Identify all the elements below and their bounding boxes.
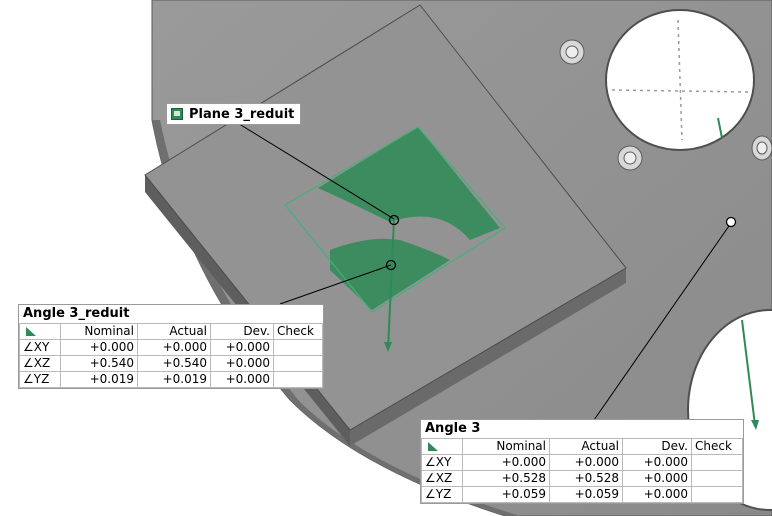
check-value xyxy=(273,355,323,372)
col-nominal: Nominal xyxy=(462,438,550,455)
nominal-value: +0.540 xyxy=(60,355,138,372)
table-row: ∠YZ +0.019 +0.019 +0.000 xyxy=(19,371,323,388)
dev-value: +0.000 xyxy=(210,371,274,388)
table-row: ∠XZ +0.528 +0.528 +0.000 xyxy=(421,470,743,487)
angle-table-3[interactable]: Angle 3 Nominal Actual Dev. Check ∠XY +0… xyxy=(420,419,744,504)
col-actual: Actual xyxy=(137,323,211,340)
check-value xyxy=(691,486,743,503)
angle-table-3-reduit[interactable]: Angle 3_reduit Nominal Actual Dev. Check… xyxy=(18,304,324,389)
angle-icon xyxy=(26,327,36,336)
angle-table-title: Angle 3 xyxy=(421,420,743,438)
dev-value: +0.000 xyxy=(622,486,692,503)
nominal-value: +0.528 xyxy=(462,470,550,487)
table-row: ∠XZ +0.540 +0.540 +0.000 xyxy=(19,355,323,372)
check-value xyxy=(691,470,743,487)
table-row: ∠XY +0.000 +0.000 +0.000 xyxy=(421,454,743,471)
angle-table-grid: Nominal Actual Dev. Check ∠XY +0.000 +0.… xyxy=(421,438,743,503)
anchor-angle-3[interactable] xyxy=(725,216,737,228)
actual-value: +0.059 xyxy=(549,486,623,503)
table-row: ∠YZ +0.059 +0.059 +0.000 xyxy=(421,486,743,503)
angle-icon xyxy=(428,442,438,451)
row-label: ∠XY xyxy=(421,454,463,471)
dev-value: +0.000 xyxy=(210,355,274,372)
angle-table-grid: Nominal Actual Dev. Check ∠XY +0.000 +0.… xyxy=(19,323,323,388)
nominal-value: +0.019 xyxy=(60,371,138,388)
row-label: ∠YZ xyxy=(421,486,463,503)
plane-label-callout[interactable]: Plane 3_reduit xyxy=(166,103,302,125)
check-value xyxy=(691,454,743,471)
plane-icon xyxy=(171,108,183,120)
angle-table-title: Angle 3_reduit xyxy=(19,305,323,323)
actual-value: +0.540 xyxy=(137,355,211,372)
row-label: ∠XZ xyxy=(19,355,61,372)
col-nominal: Nominal xyxy=(60,323,138,340)
actual-value: +0.019 xyxy=(137,371,211,388)
nominal-value: +0.059 xyxy=(462,486,550,503)
col-check: Check xyxy=(691,438,743,455)
check-value xyxy=(273,371,323,388)
actual-value: +0.000 xyxy=(549,454,623,471)
col-actual: Actual xyxy=(549,438,623,455)
plane-label-text: Plane 3_reduit xyxy=(189,106,295,122)
col-check: Check xyxy=(273,323,323,340)
angle-header-icon xyxy=(421,438,463,455)
actual-value: +0.528 xyxy=(549,470,623,487)
actual-value: +0.000 xyxy=(137,339,211,356)
large-hole-top xyxy=(605,9,755,151)
col-dev: Dev. xyxy=(210,323,274,340)
nominal-value: +0.000 xyxy=(60,339,138,356)
dev-value: +0.000 xyxy=(210,339,274,356)
row-label: ∠XZ xyxy=(421,470,463,487)
row-label: ∠XY xyxy=(19,339,61,356)
angle-header-icon xyxy=(19,323,61,340)
row-label: ∠YZ xyxy=(19,371,61,388)
dev-value: +0.000 xyxy=(622,454,692,471)
check-value xyxy=(273,339,323,356)
table-row: ∠XY +0.000 +0.000 +0.000 xyxy=(19,339,323,356)
col-dev: Dev. xyxy=(622,438,692,455)
nominal-value: +0.000 xyxy=(462,454,550,471)
dev-value: +0.000 xyxy=(622,470,692,487)
